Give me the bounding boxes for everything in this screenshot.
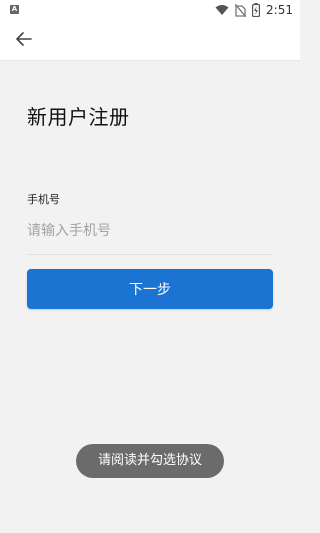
phone-input[interactable] — [27, 217, 273, 245]
app-bar — [0, 20, 300, 61]
arrow-left-icon[interactable] — [14, 29, 34, 49]
battery-charging-icon — [252, 3, 261, 17]
page-title: 新用户注册 — [27, 105, 130, 129]
phone-label: 手机号 — [27, 193, 60, 206]
toast-message: 请阅读并勾选协议 — [76, 444, 224, 478]
next-button[interactable]: 下一步 — [27, 269, 273, 309]
notification-icon: A — [10, 5, 19, 14]
wifi-icon — [215, 4, 229, 16]
status-time: 2:51 — [266, 3, 293, 17]
phone-input-underline — [27, 254, 273, 255]
status-bar: A 2:51 — [0, 0, 300, 20]
no-sim-icon — [235, 3, 247, 17]
status-icons: 2:51 — [215, 2, 293, 18]
